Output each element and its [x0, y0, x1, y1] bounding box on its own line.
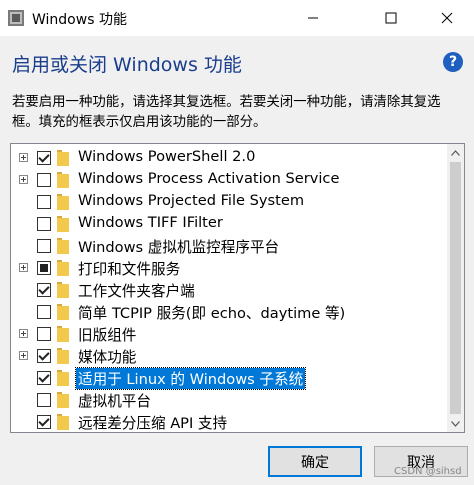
feature-tree[interactable]: Windows PowerShell 2.0 Windows Process Ac…	[10, 143, 465, 433]
feature-row[interactable]: 简单 TCPIP 服务(即 echo、daytime 等)	[11, 301, 447, 323]
expand-icon[interactable]	[19, 329, 28, 338]
feature-row[interactable]: 适用于 Linux 的 Windows 子系统	[11, 367, 447, 390]
app-icon	[8, 10, 24, 26]
chevron-down-icon	[451, 420, 460, 427]
feature-checkbox[interactable]	[37, 195, 51, 209]
minimize-icon	[308, 17, 318, 19]
feature-row[interactable]: 工作文件夹客户端	[11, 279, 447, 301]
feature-label: Windows TIFF IFilter	[78, 214, 223, 231]
feature-checkbox[interactable]	[37, 151, 51, 165]
folder-icon	[57, 194, 69, 210]
feature-row[interactable]: Windows Process Activation Service	[11, 169, 447, 191]
feature-checkbox[interactable]	[37, 173, 51, 187]
folder-icon	[57, 392, 69, 408]
folder-icon	[57, 304, 69, 320]
feature-checkbox[interactable]	[37, 261, 51, 275]
feature-label: 打印和文件服务	[78, 261, 181, 278]
feature-label: 简单 TCPIP 服务(即 echo、daytime 等)	[78, 305, 346, 322]
maximize-button[interactable]	[368, 0, 414, 36]
watermark: CSDN @sihsd	[394, 466, 462, 477]
feature-row[interactable]: 虚拟机平台	[11, 389, 447, 411]
feature-label: Windows PowerShell 2.0	[78, 148, 256, 165]
feature-checkbox[interactable]	[37, 327, 51, 341]
chevron-up-icon	[451, 149, 460, 156]
dialog-heading: 启用或关闭 Windows 功能	[12, 54, 242, 76]
maximize-icon	[385, 12, 397, 24]
expand-icon[interactable]	[19, 153, 28, 162]
folder-icon	[57, 282, 69, 298]
scroll-thumb[interactable]	[450, 162, 461, 414]
ok-button[interactable]: 确定	[268, 446, 362, 477]
feature-label: Windows Process Activation Service	[78, 170, 340, 187]
feature-label: 工作文件夹客户端	[78, 283, 195, 300]
minimize-button[interactable]	[290, 0, 336, 36]
feature-checkbox[interactable]	[37, 415, 51, 429]
feature-row[interactable]: Windows PowerShell 2.0	[11, 147, 447, 169]
feature-checkbox[interactable]	[37, 349, 51, 363]
feature-checkbox[interactable]	[37, 217, 51, 231]
expand-icon[interactable]	[19, 351, 28, 360]
title-bar[interactable]: Windows 功能	[0, 0, 474, 36]
feature-row[interactable]: Windows 虚拟机监控程序平台	[11, 235, 447, 257]
close-icon	[441, 12, 453, 24]
folder-icon	[57, 370, 69, 386]
feature-label: 媒体功能	[78, 349, 137, 366]
feature-checkbox[interactable]	[37, 239, 51, 253]
scroll-down-arrow[interactable]	[447, 415, 464, 432]
feature-label: 虚拟机平台	[78, 393, 151, 410]
expand-icon[interactable]	[19, 263, 28, 272]
feature-label: 旧版组件	[78, 327, 137, 344]
dialog-description: 若要启用一种功能，请选择其复选框。若要关闭一种功能，请清除其复选框。填充的框表示…	[12, 95, 441, 130]
feature-label: Windows Projected File System	[78, 192, 305, 209]
close-button[interactable]	[424, 0, 470, 36]
folder-icon	[57, 216, 69, 232]
vertical-scrollbar[interactable]	[447, 144, 464, 432]
feature-label: Windows 虚拟机监控程序平台	[78, 239, 280, 256]
feature-row[interactable]: 打印和文件服务	[11, 257, 447, 279]
feature-checkbox[interactable]	[37, 283, 51, 297]
folder-icon	[57, 326, 69, 342]
folder-icon	[57, 150, 69, 166]
expand-icon[interactable]	[19, 175, 28, 184]
feature-checkbox[interactable]	[37, 305, 51, 319]
folder-icon	[57, 414, 69, 430]
folder-icon	[57, 172, 69, 188]
window-title: Windows 功能	[32, 12, 127, 28]
feature-label: 远程差分压缩 API 支持	[78, 415, 228, 432]
feature-label: 适用于 Linux 的 Windows 子系统	[74, 367, 307, 390]
feature-checkbox[interactable]	[37, 371, 51, 385]
scroll-up-arrow[interactable]	[447, 144, 464, 161]
folder-icon	[57, 238, 69, 254]
feature-row[interactable]: 旧版组件	[11, 323, 447, 345]
feature-checkbox[interactable]	[37, 393, 51, 407]
help-icon[interactable]: ?	[443, 52, 463, 72]
feature-row[interactable]: 远程差分压缩 API 支持	[11, 411, 447, 432]
feature-row[interactable]: Windows Projected File System	[11, 191, 447, 213]
feature-row[interactable]: Windows TIFF IFilter	[11, 213, 447, 235]
feature-row[interactable]: 媒体功能	[11, 345, 447, 367]
folder-icon	[57, 260, 69, 276]
windows-features-dialog: Windows 功能 启用或关闭 Windows 功能 ? 若要启用一种功能，请…	[0, 0, 474, 485]
folder-icon	[57, 348, 69, 364]
